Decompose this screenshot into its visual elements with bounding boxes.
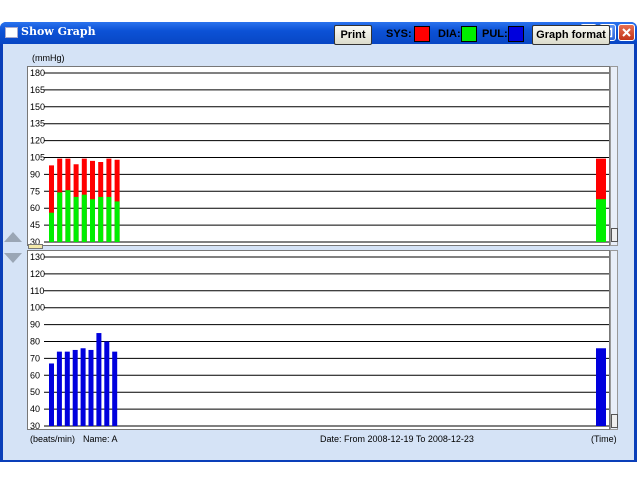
legend-pul-swatch	[508, 26, 524, 42]
y-tick-label: 110	[30, 286, 44, 296]
dia-bar	[98, 196, 104, 242]
bp-chart: 3045607590105120135150165180	[30, 68, 609, 245]
window-title: Show Graph	[21, 25, 96, 38]
y-tick-label: 80	[30, 337, 40, 347]
pulse-scrollbar[interactable]	[610, 250, 618, 430]
dia-summary-bar	[596, 199, 606, 242]
y-tick-label: 90	[30, 169, 40, 179]
y-tick-label: 50	[30, 387, 40, 397]
pul-bar	[64, 351, 70, 426]
dia-bar	[106, 196, 112, 242]
y-tick-label: 45	[30, 220, 40, 230]
y-tick-label: 120	[30, 136, 45, 146]
y-tick-label: 130	[30, 252, 45, 262]
dia-bar	[90, 199, 95, 242]
print-button[interactable]: Print	[334, 25, 372, 45]
pulse-chart-area: 30 40 50 60 70 80 90 100 110 120 130	[27, 250, 610, 430]
legend-sys-label: SYS:	[386, 28, 412, 40]
pulse-chart: 30 40 50 60 70 80 90 100 110 120 130	[30, 252, 609, 430]
pul-summary-bar	[596, 348, 606, 426]
y-tick-label: 70	[30, 353, 40, 363]
legend-pul-label: PUL:	[482, 28, 508, 40]
app-icon	[5, 27, 18, 38]
pul-bar	[112, 351, 118, 426]
y-tick-label: 75	[30, 186, 40, 196]
y-tick-label: 90	[30, 320, 40, 330]
pul-bar	[72, 349, 78, 426]
splitter-up-arrow-icon[interactable]	[4, 232, 22, 242]
pul-bar	[96, 333, 102, 426]
dia-bar	[65, 190, 71, 242]
bottom-chart-unit: (beats/min)	[30, 434, 76, 444]
pul-bar	[56, 351, 62, 426]
legend-dia-swatch	[461, 26, 477, 42]
splitter-handle[interactable]	[28, 244, 43, 249]
legend-dia-label: DIA:	[438, 28, 461, 40]
pul-bar	[104, 341, 110, 426]
y-tick-label: 150	[30, 102, 45, 112]
graph-format-button[interactable]: Graph format	[532, 25, 610, 45]
pul-bar	[80, 348, 86, 426]
bp-scroll-thumb[interactable]	[611, 228, 618, 242]
y-tick-label: 30	[30, 421, 40, 430]
dia-bar	[73, 196, 79, 242]
y-tick-label: 180	[30, 68, 45, 78]
y-tick-label: 60	[30, 203, 40, 213]
pulse-scroll-thumb[interactable]	[611, 414, 618, 428]
pul-bar	[49, 363, 54, 426]
dia-bar	[81, 194, 87, 242]
dia-bar	[57, 192, 63, 242]
time-axis-label: (Time)	[591, 434, 617, 444]
top-chart-unit: (mmHg)	[32, 53, 65, 63]
close-button[interactable]	[618, 24, 635, 41]
bp-scrollbar[interactable]	[610, 66, 618, 246]
legend-sys-swatch	[414, 26, 430, 42]
pul-bar	[88, 349, 94, 426]
y-tick-label: 60	[30, 370, 40, 380]
y-tick-label: 135	[30, 119, 45, 129]
y-tick-label: 40	[30, 404, 40, 414]
patient-name: Name: A	[83, 434, 118, 444]
y-tick-label: 165	[30, 85, 45, 95]
y-tick-label: 100	[30, 303, 45, 313]
dia-bar	[114, 201, 120, 242]
splitter-down-arrow-icon[interactable]	[4, 253, 22, 263]
bp-chart-area: 30 45 60 75 90 105 120 135 150 165 180	[27, 66, 610, 246]
y-tick-label: 105	[30, 153, 45, 163]
date-range: Date: From 2008-12-19 To 2008-12-23	[320, 434, 474, 444]
dia-bar	[49, 212, 54, 242]
y-tick-label: 120	[30, 269, 45, 279]
